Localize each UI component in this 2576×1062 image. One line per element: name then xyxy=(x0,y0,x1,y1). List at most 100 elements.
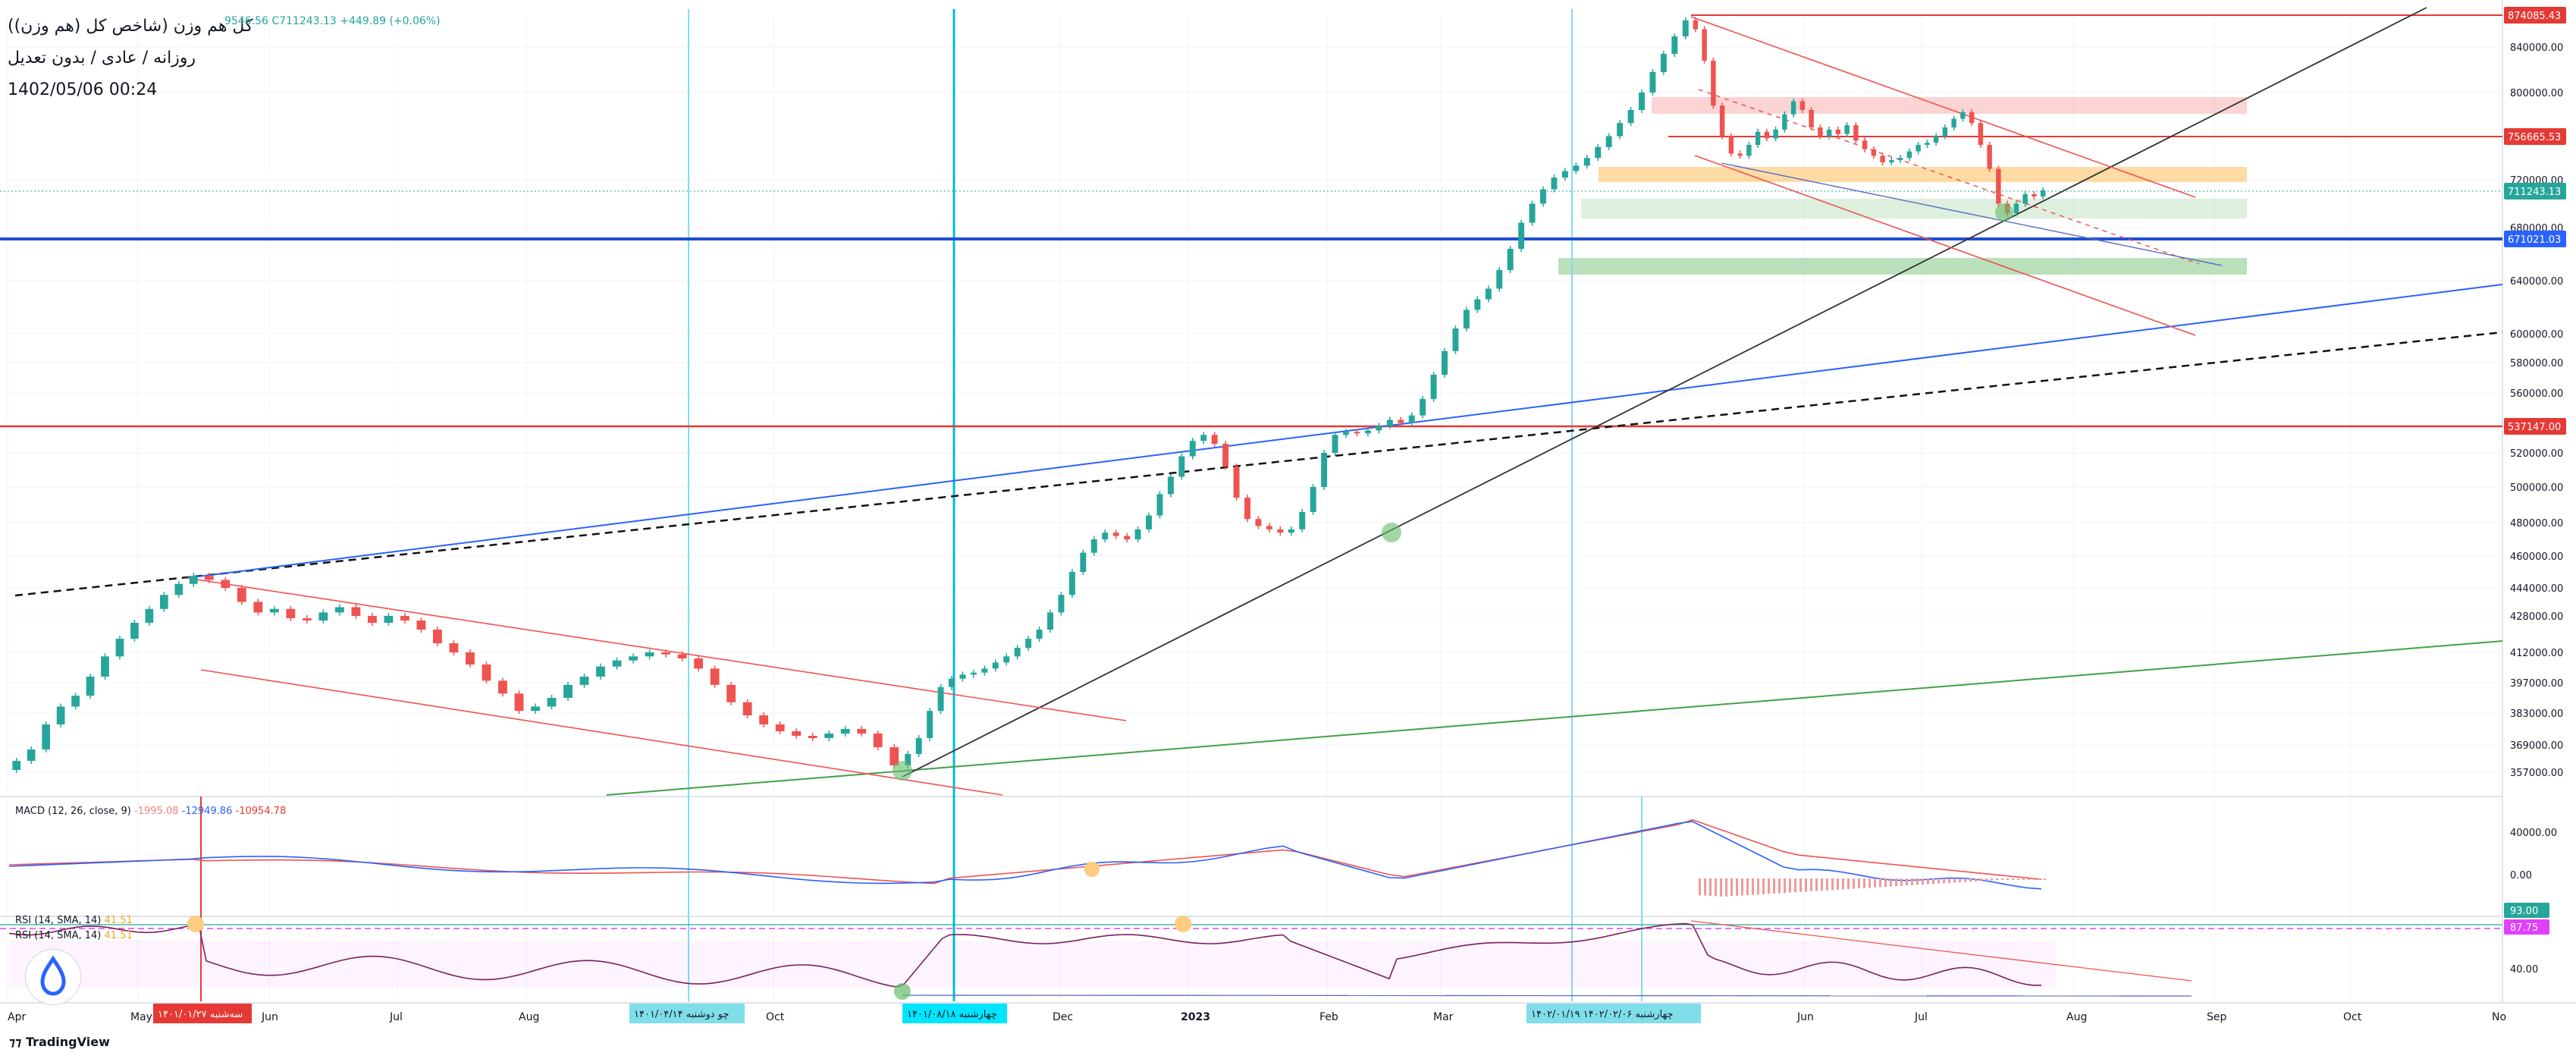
rsi-tick-label: 40.00 xyxy=(2510,964,2538,976)
candle-body xyxy=(1200,435,1207,441)
candle-body xyxy=(1266,526,1272,529)
candle-body xyxy=(1529,203,1536,223)
rsi-badge-label: 87.75 xyxy=(2510,922,2538,934)
candle-body xyxy=(1942,127,1948,137)
candle-body xyxy=(1003,656,1010,663)
candle-body xyxy=(145,608,154,623)
candle-body xyxy=(1452,328,1459,351)
macd-value-3: -10954.78 xyxy=(235,806,287,817)
macd-histogram-bar xyxy=(1709,878,1712,897)
candle-body xyxy=(1933,136,1939,143)
macd-tick-label: 0.00 xyxy=(2510,870,2532,881)
candle-body xyxy=(579,677,589,685)
candle-body xyxy=(1507,249,1514,270)
candle-body xyxy=(482,665,491,681)
tradingview-logo[interactable]: ⁊⁊ TradingView xyxy=(9,1035,110,1049)
macd-histogram-bar xyxy=(1911,878,1913,885)
candle-body xyxy=(726,684,736,702)
candle-body xyxy=(1090,539,1097,553)
macd-legend[interactable]: MACD (12, 26, close, 9) -1995.08 -12949.… xyxy=(15,806,286,817)
candle-body xyxy=(1156,494,1163,516)
candle-body xyxy=(1551,178,1558,190)
macd-histogram-bar xyxy=(1863,878,1865,888)
candle-body xyxy=(466,652,475,665)
rsi2-label: RSI (14, SMA, 14) xyxy=(15,930,102,941)
candle-body xyxy=(1639,93,1645,110)
candle-body xyxy=(1996,168,2001,204)
candle-body xyxy=(2032,193,2037,197)
candle-body xyxy=(1809,110,1814,127)
candle-body xyxy=(1386,419,1393,426)
demand-zone xyxy=(1581,199,2247,218)
candle-body xyxy=(1737,153,1743,156)
macd-histogram-bar xyxy=(1815,878,1818,891)
macd-histogram-bar xyxy=(1916,878,1919,885)
macd-histogram-bar xyxy=(1736,878,1738,896)
rsi-marker xyxy=(894,983,911,1000)
macd-histogram-bar xyxy=(1821,878,1823,891)
macd-histogram-bar xyxy=(1720,878,1722,897)
macd-histogram-bar xyxy=(1858,878,1860,889)
candle-body xyxy=(645,652,654,657)
x-tick-label: 2023 xyxy=(1181,1011,1210,1023)
candle-body xyxy=(1595,146,1602,159)
macd-tick-label: 40000.00 xyxy=(2510,828,2557,839)
candle-body xyxy=(1047,612,1053,630)
macd-marker xyxy=(1084,862,1100,877)
chart-stage[interactable]: 840000.00 800000.00 720000.00 680000.00 6400… xyxy=(0,0,2576,1059)
macd-histogram-bar xyxy=(1948,878,1950,884)
y-tick-label: 840000.00 xyxy=(2510,42,2563,54)
candle-body xyxy=(1693,20,1699,30)
candle-body xyxy=(1799,101,1806,110)
candle-body xyxy=(1649,72,1656,93)
macd-histogram-bar xyxy=(1953,878,1956,883)
rsi-legend-2[interactable]: RSI (14, SMA, 14) 41.51 xyxy=(15,930,133,941)
candle-body xyxy=(1916,145,1921,152)
candle-body xyxy=(498,680,507,694)
x-tick-label: Jul xyxy=(389,1011,403,1023)
y-tick-label: 580000.00 xyxy=(2510,358,2563,369)
candle-body xyxy=(1853,125,1859,141)
candle-body xyxy=(1951,118,1956,127)
candle-body xyxy=(1826,129,1832,137)
tv-icon: ⁊⁊ xyxy=(9,1035,26,1049)
candle-body xyxy=(1058,595,1065,613)
macd-histogram-bar xyxy=(1725,878,1727,897)
macd-histogram-bar xyxy=(1799,878,1802,892)
candle-body xyxy=(302,618,312,621)
supply-zone xyxy=(1599,167,2247,182)
x-tick-label: Jun xyxy=(261,1011,278,1023)
date-badge-label: چهارشنبه ۱۴۰۱/۰۸/۱۸ xyxy=(907,1009,997,1020)
x-tick-label: Jul xyxy=(1914,1011,1928,1023)
candle-body xyxy=(237,588,246,602)
alert-badge[interactable] xyxy=(26,950,80,1004)
candle-body xyxy=(1376,426,1382,431)
candle-body xyxy=(1773,129,1778,139)
macd-histogram-bar xyxy=(2007,878,2009,880)
candle-body xyxy=(1420,398,1426,416)
macd-histogram-bar xyxy=(1704,878,1706,896)
x-tick-label: Oct xyxy=(766,1011,785,1023)
candle-body xyxy=(1463,309,1470,328)
signal-marker xyxy=(1995,203,2013,222)
candle-body xyxy=(531,706,540,712)
candle-body xyxy=(416,621,426,630)
macd-histogram-bar xyxy=(1784,878,1786,894)
candle-body xyxy=(1178,456,1185,477)
macd-histogram-bar xyxy=(1985,878,1988,881)
x-tick-label: Aug xyxy=(2066,1011,2087,1023)
rsi-legend-1[interactable]: RSI (14, SMA, 14) 41.51 xyxy=(15,915,133,926)
candle-body xyxy=(1430,375,1437,399)
macd-histogram-bar xyxy=(1741,878,1743,896)
candle-body xyxy=(1728,136,1734,154)
candle-body xyxy=(1343,432,1349,435)
price-chart[interactable]: 840000.00800000.00720000.00680000.006400… xyxy=(0,0,2576,1059)
candle-body xyxy=(1790,101,1796,115)
rsi1-label: RSI (14, SMA, 14) xyxy=(15,915,102,926)
candle-body xyxy=(1025,639,1032,648)
candle-body xyxy=(824,734,834,738)
candle-body xyxy=(1889,160,1894,162)
x-tick-label: Aug xyxy=(519,1011,539,1023)
candle-body xyxy=(1605,136,1612,147)
candle-body xyxy=(547,698,557,707)
